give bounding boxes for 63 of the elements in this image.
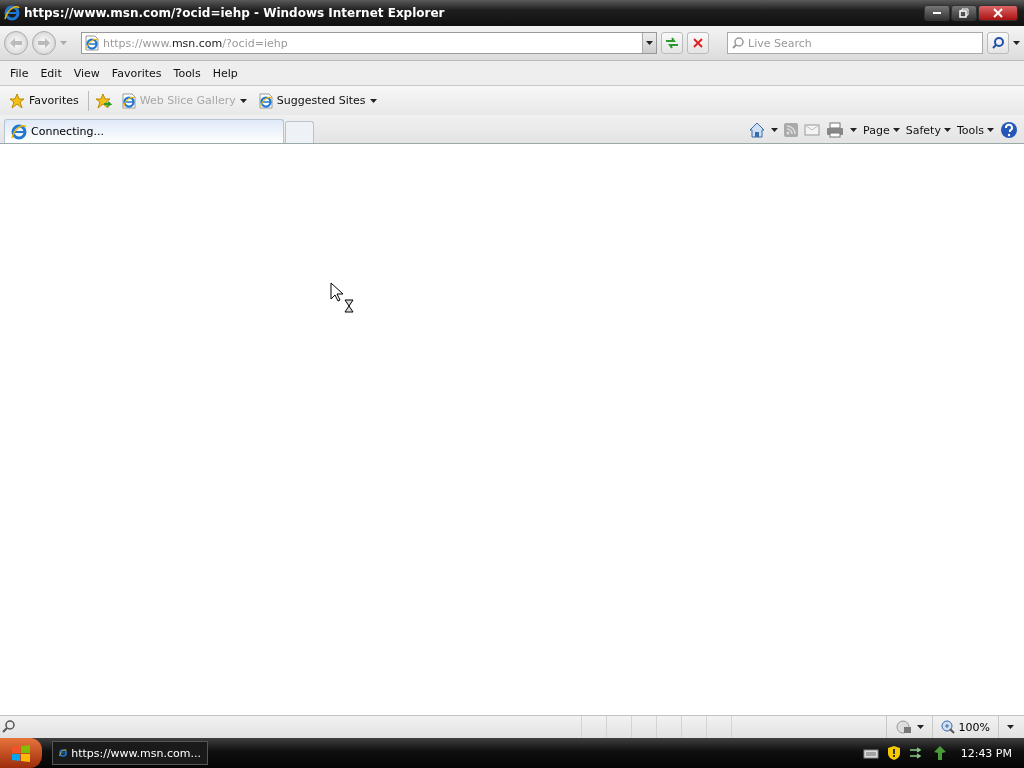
forward-arrow-icon (37, 37, 51, 49)
page-icon (85, 35, 99, 51)
search-button[interactable] (987, 32, 1009, 54)
taskbar-button[interactable]: https://www.msn.com... (52, 741, 208, 765)
caret-icon (239, 98, 247, 103)
page-icon (258, 92, 273, 109)
favorites-bar-link: Web Slice Gallery (118, 90, 250, 111)
zoom-icon (940, 720, 955, 734)
caret-icon (916, 725, 924, 729)
browser-logo-icon (11, 123, 27, 140)
back-arrow-icon (9, 37, 23, 49)
home-icon[interactable] (749, 122, 766, 138)
menu-item[interactable]: Favorites (105, 66, 168, 80)
star-icon (9, 92, 25, 109)
search-field[interactable]: Live Search (727, 32, 983, 54)
search-icon (992, 37, 1004, 49)
keyboard-icon[interactable] (862, 747, 879, 759)
browser-tab[interactable]: Connecting... (4, 119, 284, 143)
close-icon (993, 8, 1003, 18)
menu-item[interactable]: View (67, 66, 106, 80)
favorites-button[interactable]: Favorites (6, 90, 82, 111)
windows-logo-icon (11, 744, 31, 762)
caret-icon (943, 128, 951, 132)
menu-item[interactable]: Edit (34, 66, 68, 80)
minimize-icon (933, 12, 941, 14)
add-favorite-icon[interactable] (94, 92, 113, 109)
restore-icon (959, 8, 969, 18)
caret-icon[interactable] (771, 128, 779, 132)
browser-logo-icon (4, 5, 20, 21)
command-menu[interactable]: Page (863, 123, 900, 137)
search-icon (732, 37, 744, 49)
caret-icon[interactable] (1013, 41, 1020, 45)
start-button[interactable] (0, 738, 42, 768)
command-menu[interactable]: Tools (956, 123, 994, 137)
refresh-button[interactable] (661, 32, 683, 54)
restore-button[interactable] (951, 5, 977, 21)
caret-icon[interactable] (850, 128, 858, 132)
printer-icon[interactable] (826, 122, 845, 138)
menu-item[interactable]: File (4, 66, 35, 80)
menu-item[interactable]: Help (206, 66, 244, 80)
clock[interactable]: 12:43 PM (960, 746, 1012, 760)
address-field[interactable]: https://www.msn.com/?ocid=iehp (81, 32, 657, 54)
refresh-icon (665, 37, 679, 49)
caret-icon (1007, 725, 1014, 729)
menu-item[interactable]: Tools (167, 66, 207, 80)
url-text: https://www.msn.com/?ocid=iehp (103, 36, 289, 50)
command-menu[interactable]: Safety (905, 123, 951, 137)
caret-icon (892, 128, 900, 132)
close-button[interactable] (978, 5, 1018, 21)
minimize-button[interactable] (924, 5, 950, 21)
favorites-bar-link[interactable]: Suggested Sites (255, 90, 380, 111)
search-icon (2, 720, 16, 734)
close-icon (693, 38, 703, 48)
address-dropdown-button[interactable] (642, 33, 656, 53)
page-icon (121, 92, 136, 109)
caret-icon (369, 98, 377, 103)
caret-icon (646, 41, 653, 45)
window-title: https://www.msn.com/?ocid=iehp - Windows Internet Explorer (24, 6, 446, 20)
help-icon[interactable] (1000, 121, 1018, 139)
stop-button[interactable] (687, 32, 709, 54)
busy-cursor-icon (330, 282, 356, 314)
caret-icon (987, 128, 994, 132)
shield-icon[interactable] (886, 745, 901, 761)
